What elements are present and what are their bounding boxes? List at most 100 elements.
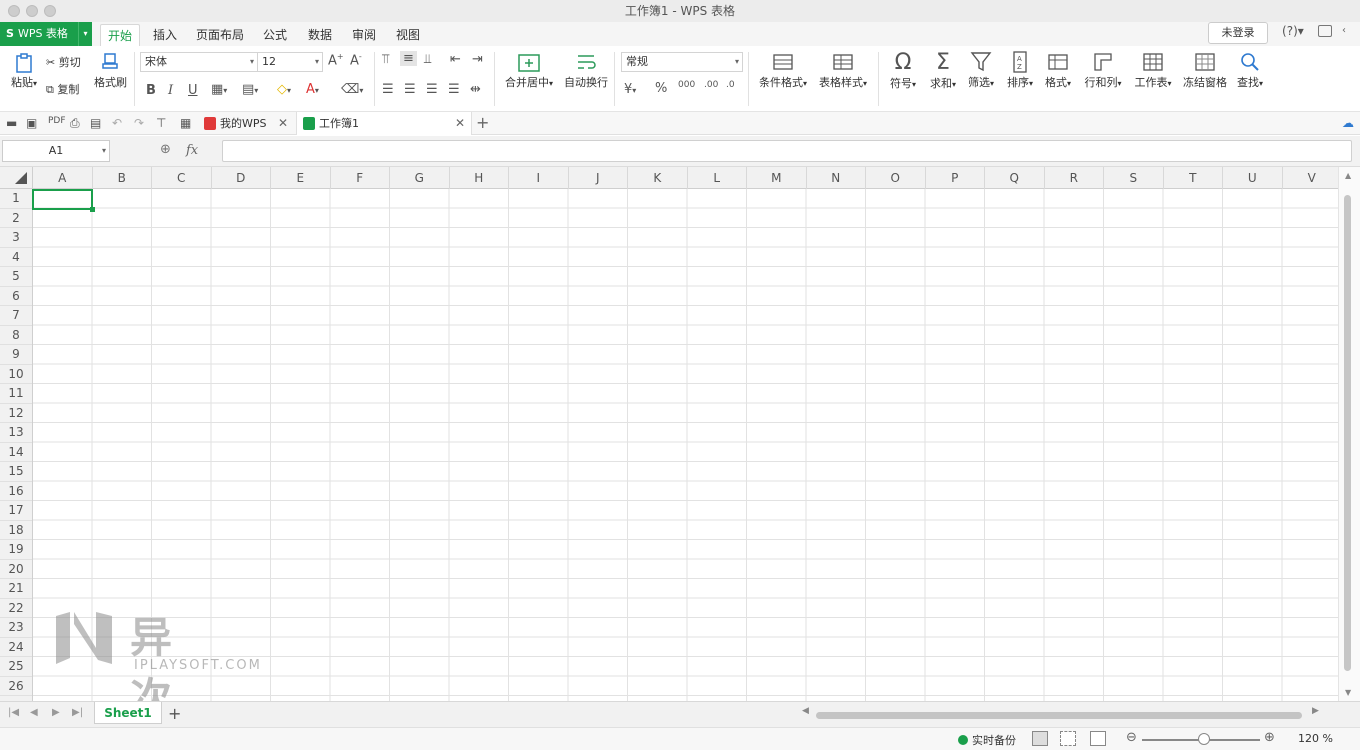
new-tab-icon[interactable]: + (476, 113, 489, 132)
paste-button[interactable]: 粘贴▾ (8, 52, 40, 90)
login-button[interactable]: 未登录 (1208, 22, 1268, 44)
doc-tab-mywps[interactable]: 我的WPS ✕ (198, 112, 294, 135)
column-header[interactable]: R (1045, 167, 1104, 189)
zoom-window-button[interactable] (44, 5, 56, 17)
row-col-button[interactable]: 行和列▾ (1082, 50, 1124, 90)
close-tab-icon[interactable]: ✕ (278, 112, 288, 135)
column-header[interactable]: D (212, 167, 271, 189)
selected-cell[interactable] (32, 188, 95, 212)
align-right-icon[interactable]: ☰ (426, 82, 438, 97)
export-pdf-icon[interactable]: PDF (48, 116, 66, 126)
column-header[interactable]: E (271, 167, 331, 189)
close-tab-icon[interactable]: ✕ (455, 112, 465, 135)
filter-button[interactable]: 筛选▾ (964, 50, 998, 90)
currency-icon[interactable]: ¥▾ (624, 82, 636, 97)
add-sheet-icon[interactable]: + (168, 704, 181, 723)
font-name-select[interactable]: 宋体 ▾ (140, 52, 258, 72)
zoom-level[interactable]: 120 % (1298, 732, 1333, 745)
row-header[interactable]: 24 (0, 638, 32, 657)
row-header[interactable]: 26 (0, 677, 32, 696)
column-header[interactable]: K (628, 167, 688, 189)
reading-layout-icon[interactable] (1090, 731, 1106, 746)
close-window-button[interactable] (8, 5, 20, 17)
column-header[interactable]: S (1104, 167, 1164, 189)
row-header[interactable]: 9 (0, 345, 32, 365)
vertical-scroll-thumb[interactable] (1344, 195, 1351, 671)
chevron-down-icon[interactable]: ▾ (78, 22, 92, 46)
row-header[interactable]: 23 (0, 618, 32, 638)
row-header[interactable]: 17 (0, 501, 32, 521)
prev-sheet-icon[interactable]: ◀ (30, 707, 38, 718)
underline-icon[interactable]: U (188, 83, 198, 98)
tab-review[interactable]: 审阅 (347, 24, 381, 46)
column-header[interactable]: I (509, 167, 569, 189)
column-header[interactable]: H (450, 167, 509, 189)
justify-icon[interactable]: ☰ (448, 82, 460, 97)
column-header[interactable]: F (331, 167, 390, 189)
minimize-window-button[interactable] (26, 5, 38, 17)
help-icon[interactable]: (?)▾ (1282, 24, 1304, 38)
column-header[interactable]: U (1223, 167, 1283, 189)
scroll-left-icon[interactable]: ◀ (802, 706, 809, 716)
distribute-icon[interactable]: ⇹ (470, 82, 481, 97)
scroll-down-icon[interactable]: ▼ (1345, 688, 1351, 697)
percent-icon[interactable]: % (655, 81, 667, 96)
align-left-icon[interactable]: ☰ (382, 82, 394, 97)
fill-color-icon[interactable]: ◇▾ (277, 82, 291, 97)
row-header[interactable]: 4 (0, 248, 32, 267)
cut-button[interactable]: ✂ 剪切 (46, 54, 81, 70)
indent-increase-icon[interactable]: ⇥ (472, 52, 483, 67)
decrease-font-icon[interactable]: A- (350, 52, 362, 68)
increase-decimal-icon[interactable]: .00 (704, 80, 718, 90)
align-center-icon[interactable]: ☰ (404, 82, 416, 97)
tab-view[interactable]: 视图 (391, 24, 425, 46)
row-header[interactable]: 20 (0, 560, 32, 579)
align-bottom-icon[interactable]: ⫫ (424, 52, 431, 67)
format-button[interactable]: 格式▾ (1042, 50, 1074, 90)
formula-input[interactable] (222, 140, 1352, 162)
italic-icon[interactable]: I (168, 83, 173, 98)
cloud-icon[interactable]: ☁ (1342, 116, 1354, 130)
realtime-backup-button[interactable]: 实时备份 (958, 732, 1016, 748)
bold-icon[interactable]: B (146, 83, 156, 98)
row-header[interactable]: 2 (0, 209, 32, 228)
row-header[interactable]: 11 (0, 384, 32, 404)
name-box[interactable]: A1 ▾ (2, 140, 110, 162)
freeze-panes-button[interactable]: 冻结窗格 (1182, 50, 1228, 90)
tab-data[interactable]: 数据 (303, 24, 337, 46)
page-break-view-icon[interactable] (1060, 731, 1076, 746)
fill-handle[interactable] (90, 206, 95, 212)
row-header[interactable]: 13 (0, 423, 32, 443)
apps-grid-icon[interactable]: ▦ (180, 116, 191, 130)
sort-button[interactable]: AZ 排序▾ (1004, 50, 1036, 90)
normal-view-icon[interactable] (1032, 731, 1048, 746)
column-header[interactable]: O (866, 167, 926, 189)
eraser-icon[interactable]: ⌫▾ (341, 82, 363, 97)
row-header[interactable]: 22 (0, 599, 32, 618)
decrease-decimal-icon[interactable]: .0 (726, 80, 735, 90)
collapse-ribbon-icon[interactable]: ‹ (1342, 25, 1346, 36)
row-header[interactable]: 19 (0, 540, 32, 560)
tab-home[interactable]: 开始 (100, 24, 140, 46)
increase-font-icon[interactable]: A+ (328, 52, 344, 68)
sheet-tab-sheet1[interactable]: Sheet1 (94, 702, 162, 724)
column-header[interactable]: C (152, 167, 212, 189)
font-color-icon[interactable]: A▾ (306, 82, 319, 97)
table-style-button[interactable]: 表格样式▾ (817, 52, 869, 90)
row-header[interactable]: 25 (0, 657, 32, 677)
select-all-button[interactable] (0, 167, 33, 189)
zoom-formula-icon[interactable]: ⊕ (160, 142, 171, 157)
save-icon[interactable]: ▣ (26, 116, 37, 130)
message-icon[interactable] (1318, 25, 1332, 37)
indent-decrease-icon[interactable]: ⇤ (450, 52, 461, 67)
cell-style-icon[interactable]: ▤▾ (242, 82, 258, 97)
column-header[interactable]: A (33, 167, 93, 189)
column-header[interactable]: T (1164, 167, 1223, 189)
row-header[interactable]: 21 (0, 579, 32, 599)
row-header[interactable]: 14 (0, 443, 32, 462)
merge-center-button[interactable]: 合并居中▾ (502, 52, 556, 90)
scroll-up-icon[interactable]: ▲ (1345, 171, 1351, 180)
number-format-select[interactable]: 常规 ▾ (621, 52, 743, 72)
row-header[interactable]: 1 (0, 189, 32, 209)
row-header[interactable]: 10 (0, 365, 32, 384)
